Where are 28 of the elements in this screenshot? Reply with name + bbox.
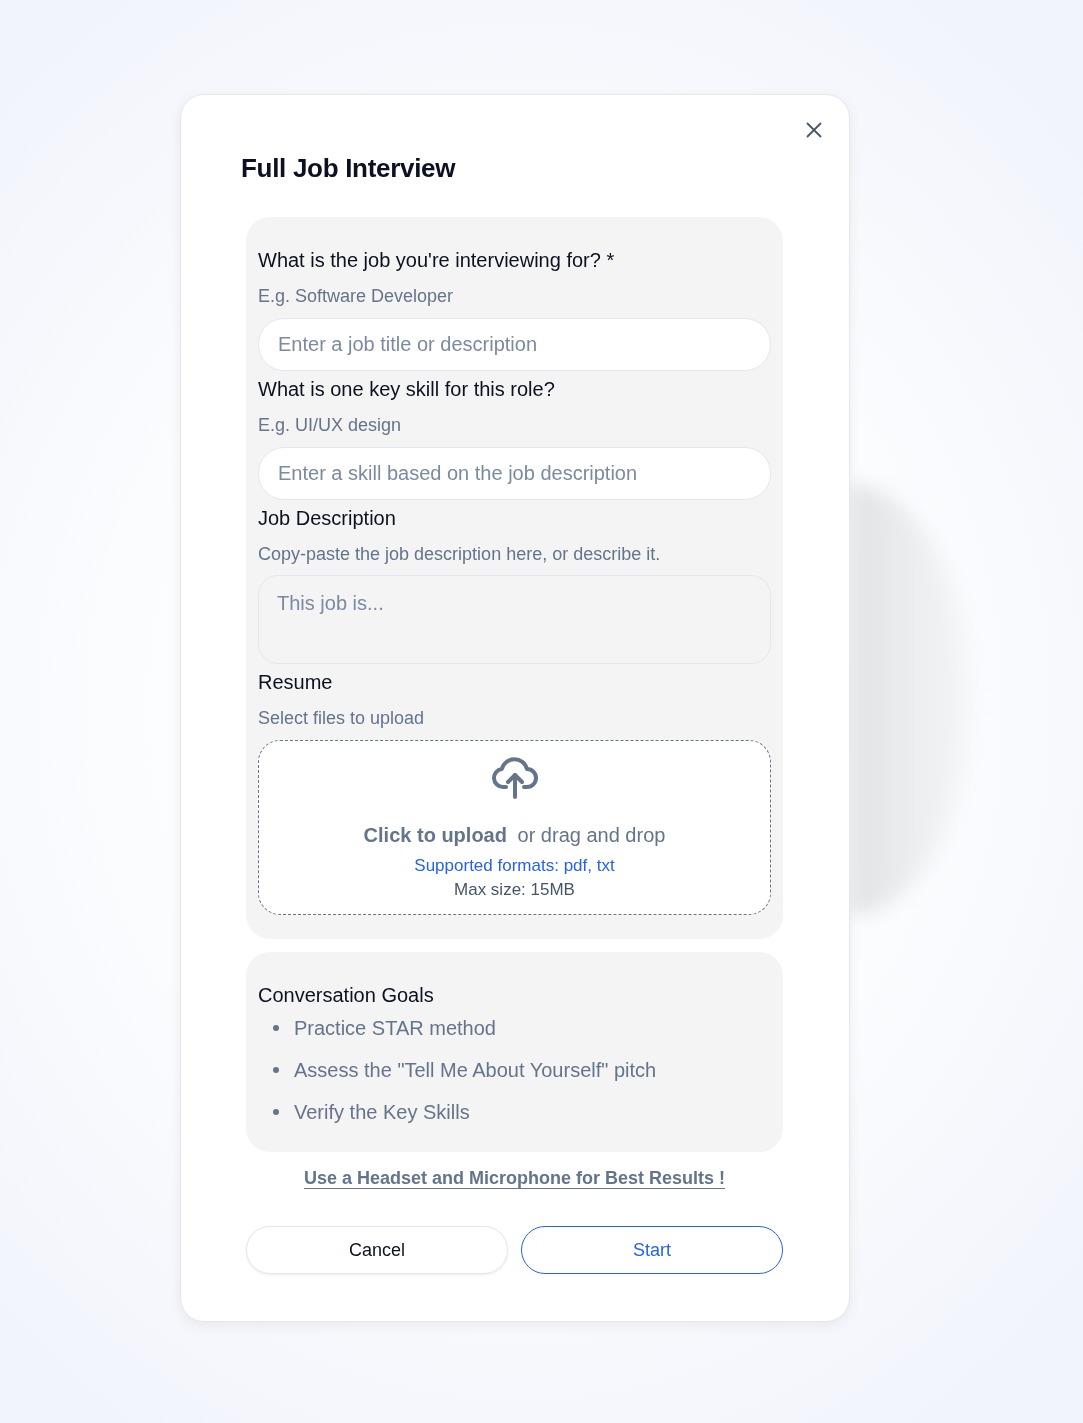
supported-formats: Supported formats: pdf, txt: [414, 855, 615, 877]
goal-item: Verify the Key Skills: [294, 1100, 470, 1125]
bullet-icon: [273, 1067, 279, 1073]
tip-link[interactable]: Use a Headset and Microphone for Best Results !: [303, 1167, 726, 1189]
field-label: Resume: [258, 670, 334, 694]
upload-prompt: Click to upload or drag and drop: [363, 823, 666, 848]
close-icon[interactable]: [806, 122, 822, 138]
upload-dropzone[interactable]: Click to upload or drag and drop Supported formats: pdf, txt Max size: 15MB: [258, 740, 771, 915]
input-field[interactable]: Enter a job title or description: [258, 318, 771, 371]
field-hint: E.g. UI/UX design: [258, 414, 403, 436]
field-label: Job Description: [258, 506, 397, 530]
input-field[interactable]: Enter a skill based on the job description: [258, 447, 771, 500]
max-size: Max size: 15MB: [454, 879, 575, 901]
bullet-icon: [273, 1025, 279, 1031]
field-hint: Copy-paste the job description here, or describe it.: [258, 543, 662, 565]
field-hint: E.g. Software Developer: [258, 285, 455, 307]
start-button[interactable]: Start: [521, 1226, 783, 1274]
goals-title: Conversation Goals: [258, 983, 435, 1007]
textarea-field[interactable]: This job is...: [258, 575, 771, 664]
goal-item: Assess the "Tell Me About Yourself" pitch: [294, 1058, 657, 1083]
bullet-icon: [273, 1109, 279, 1115]
field-label: What is one key skill for this role?: [258, 377, 556, 401]
field-hint: Select files to upload: [258, 707, 426, 729]
goal-item: Practice STAR method: [294, 1016, 496, 1041]
cloud-upload-icon: [489, 756, 540, 800]
dialog-title: Full Job Interview: [241, 153, 456, 183]
cancel-button[interactable]: Cancel: [246, 1226, 508, 1274]
field-label: What is the job you're interviewing for? *: [258, 248, 616, 272]
